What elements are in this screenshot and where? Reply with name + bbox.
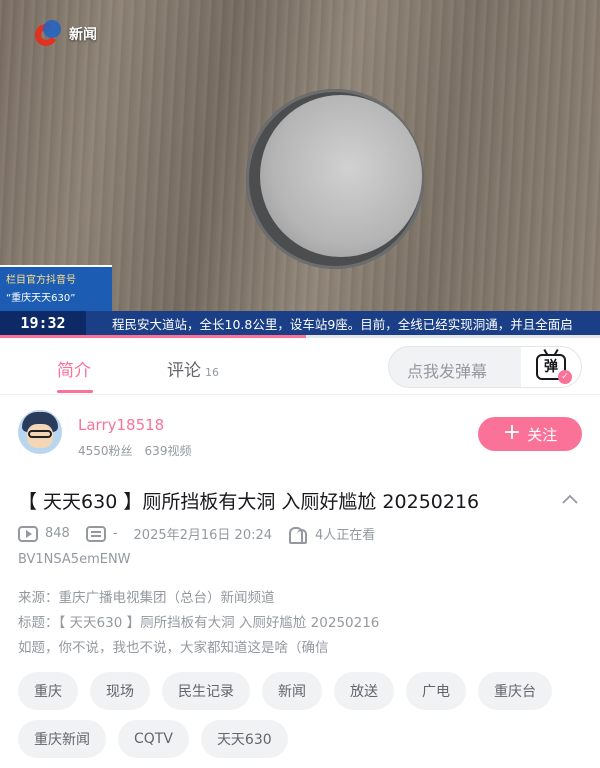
station-logo-text: 新闻 bbox=[69, 27, 97, 43]
program-badge: 栏目官方抖音号 “重庆天天630” bbox=[0, 265, 112, 311]
playback-progress-bar[interactable] bbox=[0, 335, 600, 338]
video-description: 来源：重庆广播电视集团（总台）新闻频道 标题：【 天天630 】厕所挡板有大洞 … bbox=[18, 586, 582, 661]
tab-active-indicator bbox=[57, 390, 93, 393]
tag-chip[interactable]: 广电 bbox=[406, 672, 466, 710]
station-logo: 新闻 bbox=[31, 20, 97, 50]
tab-intro-label: 简介 bbox=[57, 361, 91, 381]
uploader-fans: 4550粉丝 bbox=[78, 444, 133, 458]
current-viewers: 4人正在看 bbox=[315, 528, 376, 543]
danmaku-input-placeholder[interactable]: 点我发弹幕 bbox=[407, 358, 487, 382]
tag-chip[interactable]: 重庆 bbox=[18, 672, 78, 710]
description-line: 标题：【 天天630 】厕所挡板有大洞 入厕好尴尬 20250216 bbox=[18, 615, 380, 631]
ticker-text: 程民安大道站，全长10.8公里，设车站9座。目前，全线已经实现洞通，并且全面启 bbox=[112, 316, 573, 332]
station-logo-icon bbox=[31, 20, 63, 50]
view-count: 848 bbox=[45, 526, 70, 541]
chevron-up-icon[interactable] bbox=[562, 492, 578, 508]
ticker-clock: 19:32 bbox=[0, 311, 86, 335]
tag-chip[interactable]: 天天630 bbox=[200, 720, 288, 758]
tag-chip[interactable]: 新闻 bbox=[262, 672, 322, 710]
danmaku-input-bar[interactable]: 点我发弹幕 弹 ✓ bbox=[388, 346, 582, 388]
playback-progress-fill bbox=[0, 335, 306, 338]
description-line: 来源：重庆广播电视集团（总台）新闻频道 bbox=[18, 590, 275, 606]
tag-list: 重庆 现场 民生记录 新闻 放送 广电 重庆台 重庆新闻 CQTV 天天630 bbox=[18, 672, 588, 758]
tag-chip[interactable]: 重庆新闻 bbox=[18, 720, 106, 758]
news-ticker: 19:32 程民安大道站，全长10.8公里，设车站9座。目前，全线已经实现洞通，… bbox=[0, 311, 600, 335]
check-icon: ✓ bbox=[558, 370, 572, 384]
viewers-icon bbox=[288, 526, 308, 544]
danmaku-icon: 弹 ✓ bbox=[536, 354, 572, 384]
tag-chip[interactable]: CQTV bbox=[118, 720, 189, 758]
uploader-stats: 4550粉丝 639视频 bbox=[78, 442, 191, 459]
video-title: 【 天天630 】厕所挡板有大洞 入厕好尴尬 20250216 bbox=[18, 491, 480, 513]
video-player[interactable]: 新闻 栏目官方抖音号 “重庆天天630” 19:32 程民安大道站，全长10.8… bbox=[0, 0, 600, 338]
danmaku-count-icon bbox=[85, 525, 106, 542]
plus-icon: + bbox=[502, 420, 522, 445]
tag-chip[interactable]: 放送 bbox=[334, 672, 394, 710]
program-badge-line2: “重庆天天630” bbox=[6, 293, 76, 304]
play-count-icon bbox=[18, 525, 38, 542]
danmaku-toggle-button[interactable]: 弹 ✓ bbox=[521, 347, 581, 387]
follow-button-label: 关注 bbox=[527, 425, 558, 444]
danmaku-count: - bbox=[112, 526, 118, 541]
program-badge-line1: 栏目官方抖音号 bbox=[6, 275, 76, 286]
bvid: BV1NSA5emENW bbox=[18, 552, 131, 567]
uploader-video-count: 639视频 bbox=[144, 444, 192, 458]
video-meta-row: 848 - 2025年2月16日 20:24 4人正在看 bbox=[18, 524, 376, 544]
follow-button[interactable]: + 关注 bbox=[478, 417, 582, 451]
video-frame-hole bbox=[260, 95, 422, 257]
tab-comments-label: 评论 bbox=[167, 361, 201, 381]
tab-comments[interactable]: 评论 16 bbox=[167, 356, 219, 381]
tab-intro[interactable]: 简介 bbox=[57, 356, 91, 381]
description-line: 如题，你不说，我也不说，大家都知道这是啥（确信 bbox=[18, 640, 329, 656]
uploader-avatar[interactable] bbox=[18, 410, 62, 454]
danmaku-icon-glyph: 弹 bbox=[544, 359, 558, 375]
tag-chip[interactable]: 民生记录 bbox=[162, 672, 250, 710]
uploader-name[interactable]: Larry18518 bbox=[78, 416, 164, 434]
publish-date: 2025年2月16日 20:24 bbox=[133, 528, 273, 543]
tab-comments-count: 16 bbox=[205, 366, 219, 379]
tag-chip[interactable]: 现场 bbox=[90, 672, 150, 710]
tag-chip[interactable]: 重庆台 bbox=[478, 672, 552, 710]
